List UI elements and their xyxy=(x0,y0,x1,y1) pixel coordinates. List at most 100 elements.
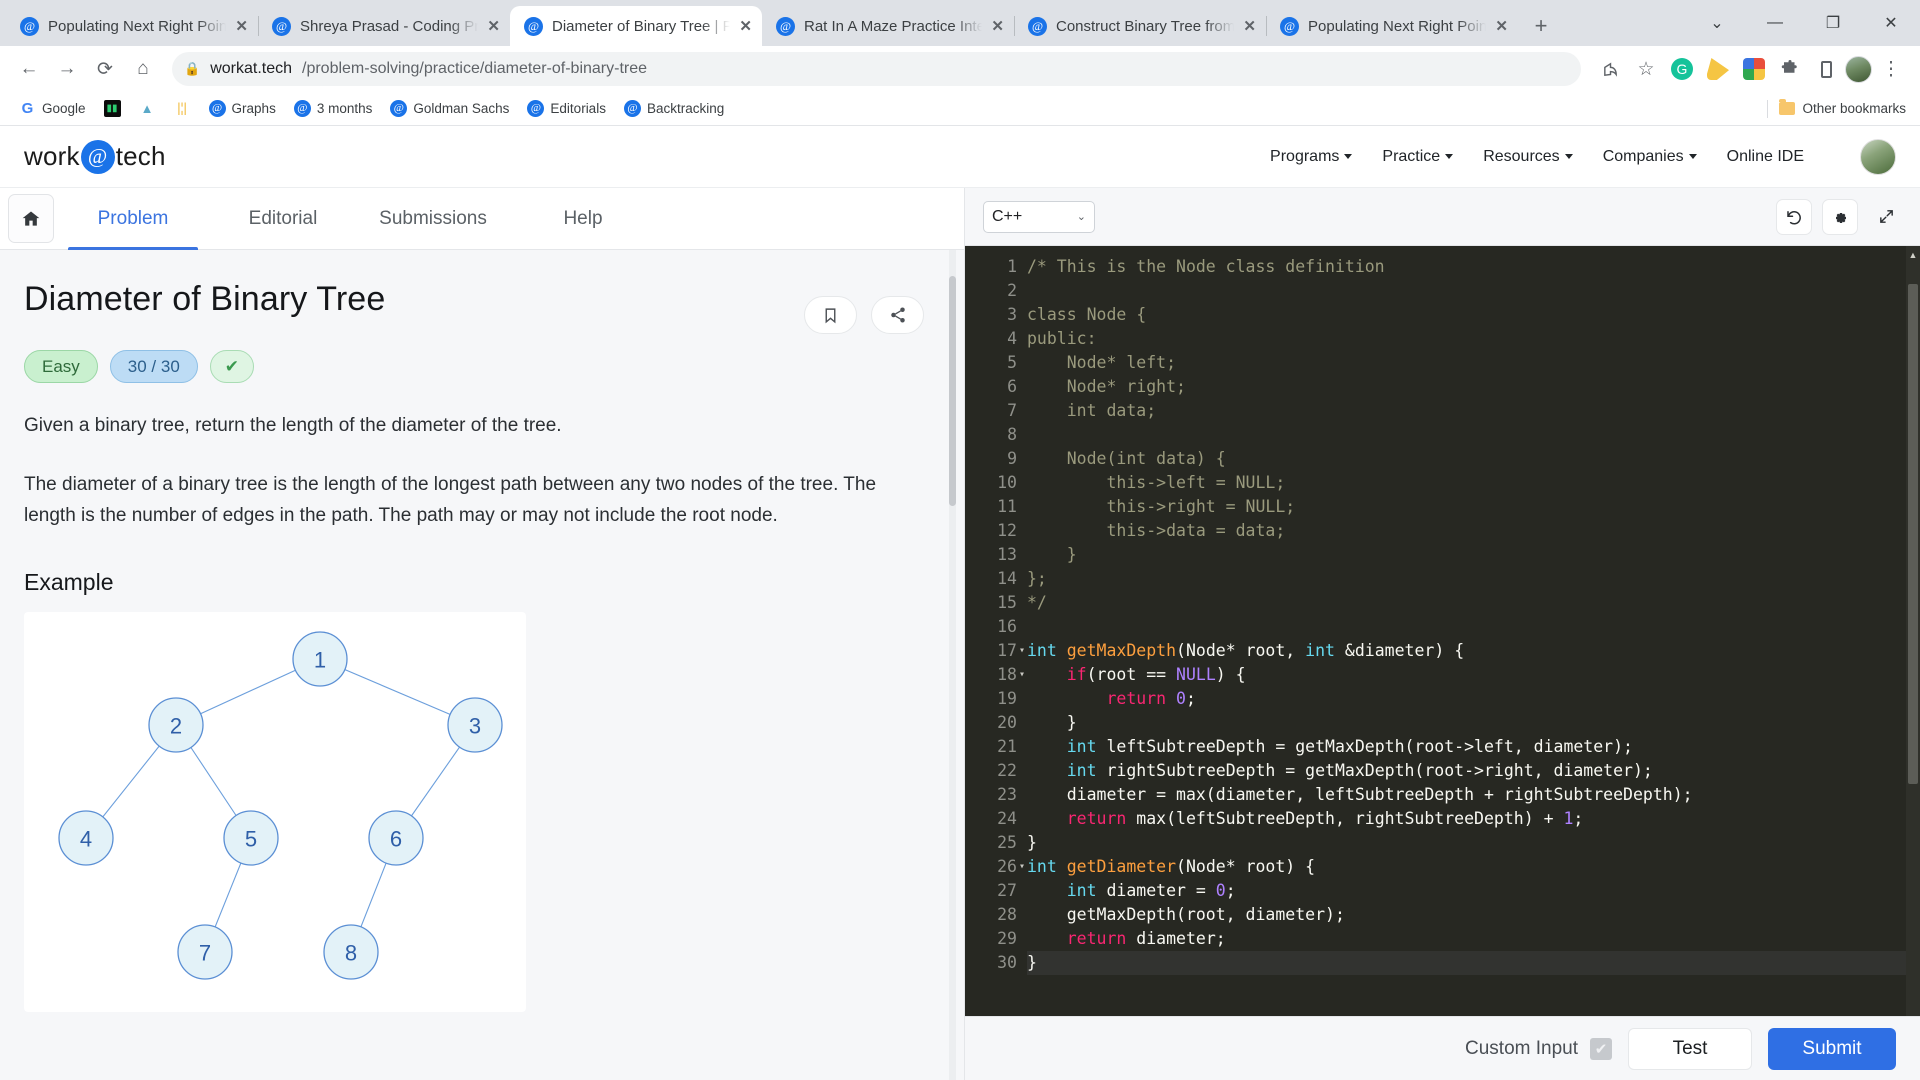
browser-tab-2[interactable]: @ Shreya Prasad - Coding Pro ✕ xyxy=(258,6,510,46)
bookmark-button[interactable] xyxy=(804,296,857,334)
bookmark-3[interactable]: ▲ xyxy=(132,96,163,121)
code-line[interactable]: }; xyxy=(1027,567,1906,591)
code-line[interactable] xyxy=(1027,615,1906,639)
code-line[interactable]: diameter = max(diameter, leftSubtreeDept… xyxy=(1027,783,1906,807)
tab-search-icon[interactable]: ⌄ xyxy=(1688,0,1746,46)
tab-close-icon[interactable]: ✕ xyxy=(235,17,248,35)
bookmark-2[interactable]: ▮▮ xyxy=(97,96,128,121)
bookmark-editorials[interactable]: @ Editorials xyxy=(520,96,613,121)
bookmark-google[interactable]: G Google xyxy=(12,96,93,121)
highlighter-extension-icon[interactable] xyxy=(1701,52,1735,86)
code-line[interactable]: int getMaxDepth(Node* root, int &diamete… xyxy=(1027,639,1906,663)
editor-settings-button[interactable] xyxy=(1822,198,1858,235)
code-line[interactable]: int leftSubtreeDepth = getMaxDepth(root-… xyxy=(1027,735,1906,759)
custom-input-checkbox[interactable]: ✔ xyxy=(1590,1037,1612,1060)
maximize-button[interactable]: ❐ xyxy=(1804,0,1862,46)
code-line[interactable]: int rightSubtreeDepth = getMaxDepth(root… xyxy=(1027,759,1906,783)
browser-tab-3-active[interactable]: @ Diameter of Binary Tree | Pr ✕ xyxy=(510,6,762,46)
nav-online-ide[interactable]: Online IDE xyxy=(1727,148,1804,166)
reload-icon[interactable]: ⟳ xyxy=(88,52,122,86)
close-window-button[interactable]: ✕ xyxy=(1862,0,1920,46)
code-line[interactable]: this->right = NULL; xyxy=(1027,495,1906,519)
fullscreen-button[interactable] xyxy=(1868,198,1904,235)
code-line[interactable]: } xyxy=(1027,951,1906,975)
scroll-up-arrow-icon[interactable]: ▲ xyxy=(1906,246,1920,260)
browser-tab-6[interactable]: @ Populating Next Right Poin ✕ xyxy=(1266,6,1518,46)
code-line[interactable]: int getDiameter(Node* root) { xyxy=(1027,855,1906,879)
code-line[interactable]: return 0; xyxy=(1027,687,1906,711)
share-icon[interactable] xyxy=(1593,52,1627,86)
bookmark-star-icon[interactable]: ☆ xyxy=(1629,52,1663,86)
share-button[interactable] xyxy=(871,296,924,334)
nav-programs[interactable]: Programs xyxy=(1270,148,1353,166)
code-editor[interactable]: 1 2 3 4 5 6 7 8 9 10 11 12 13 14 15 16 17 ▾ 18 ▾ 19 20 21 22 23 2… xyxy=(965,246,1920,1016)
site-logo[interactable]: work @ tech xyxy=(24,139,166,174)
editor-scrollbar[interactable]: ▲ xyxy=(1906,246,1920,1016)
code-line[interactable]: return max(leftSubtreeDepth, rightSubtre… xyxy=(1027,807,1906,831)
new-tab-button[interactable]: + xyxy=(1524,9,1558,43)
code-line[interactable]: Node(int data) { xyxy=(1027,447,1906,471)
code-line[interactable]: public: xyxy=(1027,327,1906,351)
code-line[interactable]: /* This is the Node class definition xyxy=(1027,255,1906,279)
tab-close-icon[interactable]: ✕ xyxy=(1495,17,1508,35)
tab-submissions[interactable]: Submissions xyxy=(358,188,508,249)
home-icon[interactable]: ⌂ xyxy=(126,52,160,86)
nav-companies[interactable]: Companies xyxy=(1603,148,1697,166)
reset-code-button[interactable] xyxy=(1776,198,1812,235)
code-line[interactable]: return diameter; xyxy=(1027,927,1906,951)
fold-arrow-icon[interactable]: ▾ xyxy=(1019,639,1025,663)
code-line[interactable]: Node* right; xyxy=(1027,375,1906,399)
tab-problem[interactable]: Problem xyxy=(58,188,208,250)
grammarly-extension-icon[interactable]: G xyxy=(1665,52,1699,86)
forward-icon[interactable]: → xyxy=(50,52,84,86)
tab-help[interactable]: Help xyxy=(508,188,658,249)
tab-close-icon[interactable]: ✕ xyxy=(487,17,500,35)
code-line[interactable]: class Node { xyxy=(1027,303,1906,327)
code-line[interactable]: } xyxy=(1027,543,1906,567)
browser-tab-5[interactable]: @ Construct Binary Tree from ✕ xyxy=(1014,6,1266,46)
minimize-button[interactable]: — xyxy=(1746,0,1804,46)
profile-avatar[interactable] xyxy=(1845,55,1872,83)
fold-arrow-icon[interactable]: ▾ xyxy=(1019,855,1025,879)
chrome-menu-icon[interactable]: ⋮ xyxy=(1874,52,1908,86)
back-icon[interactable]: ← xyxy=(12,52,46,86)
tab-close-icon[interactable]: ✕ xyxy=(1243,17,1256,35)
test-button[interactable]: Test xyxy=(1628,1027,1752,1070)
device-cast-icon[interactable] xyxy=(1809,52,1843,86)
language-select[interactable]: C++ ⌄ xyxy=(983,200,1095,233)
nav-resources[interactable]: Resources xyxy=(1483,148,1573,166)
tab-editorial[interactable]: Editorial xyxy=(208,188,358,249)
code-line[interactable]: int data; xyxy=(1027,399,1906,423)
code-line[interactable]: this->data = data; xyxy=(1027,519,1906,543)
bookmark-4[interactable]: |¦| xyxy=(167,96,198,121)
code-text[interactable]: /* This is the Node class definition cla… xyxy=(1027,255,1906,1016)
colorful-extension-icon[interactable] xyxy=(1737,52,1771,86)
bookmark-graphs[interactable]: @ Graphs xyxy=(202,96,283,121)
tab-close-icon[interactable]: ✕ xyxy=(739,17,752,35)
code-line[interactable]: getMaxDepth(root, diameter); xyxy=(1027,903,1906,927)
browser-tab-4[interactable]: @ Rat In A Maze Practice Inter ✕ xyxy=(762,6,1014,46)
code-line[interactable] xyxy=(1027,279,1906,303)
extensions-puzzle-icon[interactable] xyxy=(1773,52,1807,86)
other-bookmarks-button[interactable]: Other bookmarks xyxy=(1767,99,1906,118)
user-avatar[interactable] xyxy=(1860,138,1896,175)
bookmark-goldman-sachs[interactable]: @ Goldman Sachs xyxy=(383,96,516,121)
nav-practice[interactable]: Practice xyxy=(1382,148,1454,166)
home-button[interactable] xyxy=(8,194,54,243)
code-line[interactable]: this->left = NULL; xyxy=(1027,471,1906,495)
code-area[interactable]: 1 2 3 4 5 6 7 8 9 10 11 12 13 14 15 16 17 ▾ 18 ▾ 19 20 21 22 23 2… xyxy=(965,246,1906,1016)
code-line[interactable]: } xyxy=(1027,711,1906,735)
code-line[interactable]: } xyxy=(1027,831,1906,855)
fold-arrow-icon[interactable]: ▾ xyxy=(1019,663,1025,687)
bookmark-3-months[interactable]: @ 3 months xyxy=(287,96,380,121)
submit-button[interactable]: Submit xyxy=(1768,1027,1896,1070)
code-line[interactable]: int diameter = 0; xyxy=(1027,879,1906,903)
bookmark-backtracking[interactable]: @ Backtracking xyxy=(617,96,731,121)
address-bar[interactable]: 🔒 workat.tech/problem-solving/practice/d… xyxy=(172,52,1581,86)
tab-close-icon[interactable]: ✕ xyxy=(991,17,1004,35)
code-line[interactable] xyxy=(1027,423,1906,447)
code-line[interactable]: */ xyxy=(1027,591,1906,615)
code-line[interactable]: if(root == NULL) { xyxy=(1027,663,1906,687)
code-line[interactable]: Node* left; xyxy=(1027,351,1906,375)
editor-scrollbar-thumb[interactable] xyxy=(1908,284,1918,784)
